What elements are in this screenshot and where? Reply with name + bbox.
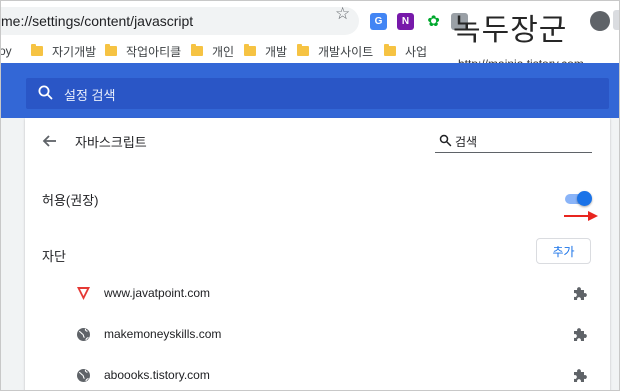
bookmark-folder[interactable]: 개발 bbox=[244, 42, 287, 60]
bookmark-folder[interactable]: 개발사이트 bbox=[297, 42, 373, 60]
bookmark-label: 개인 bbox=[212, 44, 235, 59]
blocked-site-row[interactable]: aboooks.tistory.com bbox=[25, 356, 610, 390]
settings-search-placeholder: 설정 검색 bbox=[64, 88, 116, 103]
menu-chip[interactable] bbox=[613, 10, 619, 30]
bookmark-label: 사업 bbox=[405, 44, 428, 59]
search-icon bbox=[439, 134, 452, 147]
bookmark-label: 자기개발 bbox=[52, 44, 97, 59]
puzzle-icon[interactable] bbox=[571, 285, 589, 303]
folder-icon bbox=[244, 44, 256, 56]
evernote-icon[interactable]: ✿ bbox=[425, 13, 442, 30]
folder-icon bbox=[31, 44, 43, 56]
bookmark-folder[interactable]: 개인 bbox=[191, 42, 234, 60]
bookmark-folder[interactable]: 작업아티클 bbox=[105, 42, 181, 60]
puzzle-icon[interactable] bbox=[571, 367, 589, 385]
bookmark-item[interactable]: oy bbox=[0, 42, 12, 60]
bookmark-folder[interactable]: 자기개발 bbox=[31, 42, 96, 60]
folder-icon bbox=[297, 44, 309, 56]
settings-search-input[interactable]: 설정 검색 bbox=[26, 78, 609, 109]
address-bar[interactable]: me://settings/content/javascript bbox=[1, 7, 359, 35]
site-url: aboooks.tistory.com bbox=[104, 368, 210, 382]
bookmark-label: 작업아티클 bbox=[126, 44, 182, 59]
site-search-placeholder: 검색 bbox=[455, 135, 478, 149]
onenote-icon[interactable]: N bbox=[397, 13, 414, 30]
globe-icon bbox=[77, 369, 90, 382]
red-arrow-annotation bbox=[564, 211, 598, 221]
block-label: 자단 bbox=[42, 249, 66, 264]
bookmark-folder[interactable]: 사업 bbox=[384, 42, 427, 60]
add-button[interactable]: 추가 bbox=[536, 238, 591, 264]
settings-header: 설정 검색 bbox=[1, 63, 619, 118]
site-search-input[interactable]: 검색 bbox=[435, 130, 592, 153]
profile-avatar[interactable] bbox=[590, 11, 610, 31]
bookmark-label: oy bbox=[0, 44, 12, 58]
page-title: 자바스크립트 bbox=[75, 135, 147, 150]
folder-icon bbox=[384, 44, 396, 56]
content-settings-card: 자바스크립트 검색 허용(권장) 자단 추가 www.javatpoint.co bbox=[25, 118, 610, 390]
google-translate-icon[interactable]: G bbox=[370, 13, 387, 30]
javatpoint-favicon-icon bbox=[77, 287, 90, 300]
bookmark-label: 개발사이트 bbox=[318, 44, 374, 59]
globe-icon bbox=[77, 328, 90, 341]
search-icon bbox=[38, 85, 53, 100]
watermark-title: 녹두장군 bbox=[453, 13, 568, 48]
site-url: www.javatpoint.com bbox=[104, 286, 211, 300]
toggle-knob bbox=[577, 191, 592, 206]
allow-toggle[interactable] bbox=[563, 191, 592, 206]
site-url: makemoneyskills.com bbox=[104, 327, 222, 341]
folder-icon bbox=[191, 44, 203, 56]
bookmark-label: 개발 bbox=[265, 44, 288, 59]
puzzle-icon[interactable] bbox=[571, 326, 589, 344]
folder-icon bbox=[105, 44, 117, 56]
blocked-site-row[interactable]: makemoneyskills.com bbox=[25, 315, 610, 356]
address-url[interactable]: me://settings/content/javascript bbox=[1, 13, 193, 29]
allow-label: 허용(권장) bbox=[42, 193, 99, 208]
back-arrow-icon[interactable] bbox=[41, 132, 59, 150]
blocked-site-row[interactable]: www.javatpoint.com bbox=[25, 274, 610, 315]
browser-window: me://settings/content/javascript ☆ G N ✿… bbox=[0, 0, 620, 391]
star-icon[interactable]: ☆ bbox=[335, 4, 350, 24]
